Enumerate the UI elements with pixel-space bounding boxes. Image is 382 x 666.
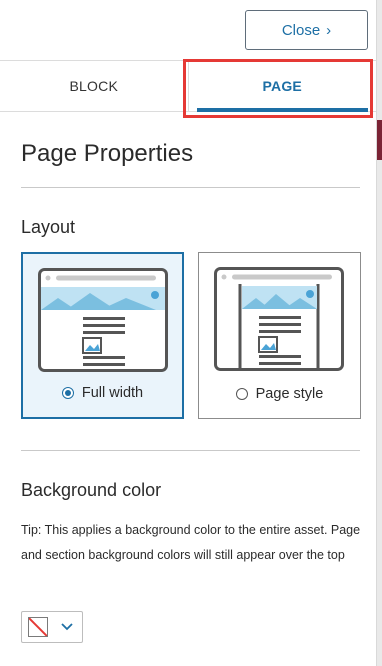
page-edge-mark <box>377 120 382 160</box>
full-width-layout-icon <box>38 268 168 372</box>
tab-page[interactable]: PAGE <box>189 61 377 112</box>
properties-panel: Close › BLOCK PAGE Page Properties Layou… <box>0 0 377 666</box>
tab-block-label: BLOCK <box>69 78 118 94</box>
tab-page-label: PAGE <box>262 78 302 94</box>
tab-block[interactable]: BLOCK <box>0 61 189 111</box>
layout-option-full-width[interactable]: Full width <box>21 252 184 419</box>
page-style-label: Page style <box>255 386 324 402</box>
chevron-right-icon: › <box>326 21 332 39</box>
layout-heading: Layout <box>21 217 76 237</box>
close-label: Close <box>281 21 321 39</box>
page-title: Page Properties <box>21 140 194 167</box>
page-style-radio-row[interactable]: Page style <box>199 386 360 402</box>
layout-option-page-style[interactable]: Page style <box>198 252 361 419</box>
page-style-radio[interactable] <box>235 388 248 400</box>
close-button[interactable]: Close › <box>245 10 368 50</box>
full-width-radio[interactable] <box>61 387 74 399</box>
full-width-radio-row[interactable]: Full width <box>23 385 182 401</box>
no-color-swatch-icon <box>28 617 48 637</box>
page-edge-strip <box>377 0 382 666</box>
chevron-down-icon <box>61 623 73 631</box>
background-color-tip: Tip: This applies a background color to … <box>21 523 361 562</box>
background-color-heading: Background color <box>21 480 162 500</box>
active-tab-indicator <box>196 108 368 112</box>
full-width-label: Full width <box>81 385 144 401</box>
divider <box>21 187 360 188</box>
background-color-picker[interactable] <box>21 611 83 643</box>
page-style-layout-icon <box>214 267 344 371</box>
divider <box>21 450 360 451</box>
tab-bar: BLOCK PAGE <box>0 60 376 112</box>
